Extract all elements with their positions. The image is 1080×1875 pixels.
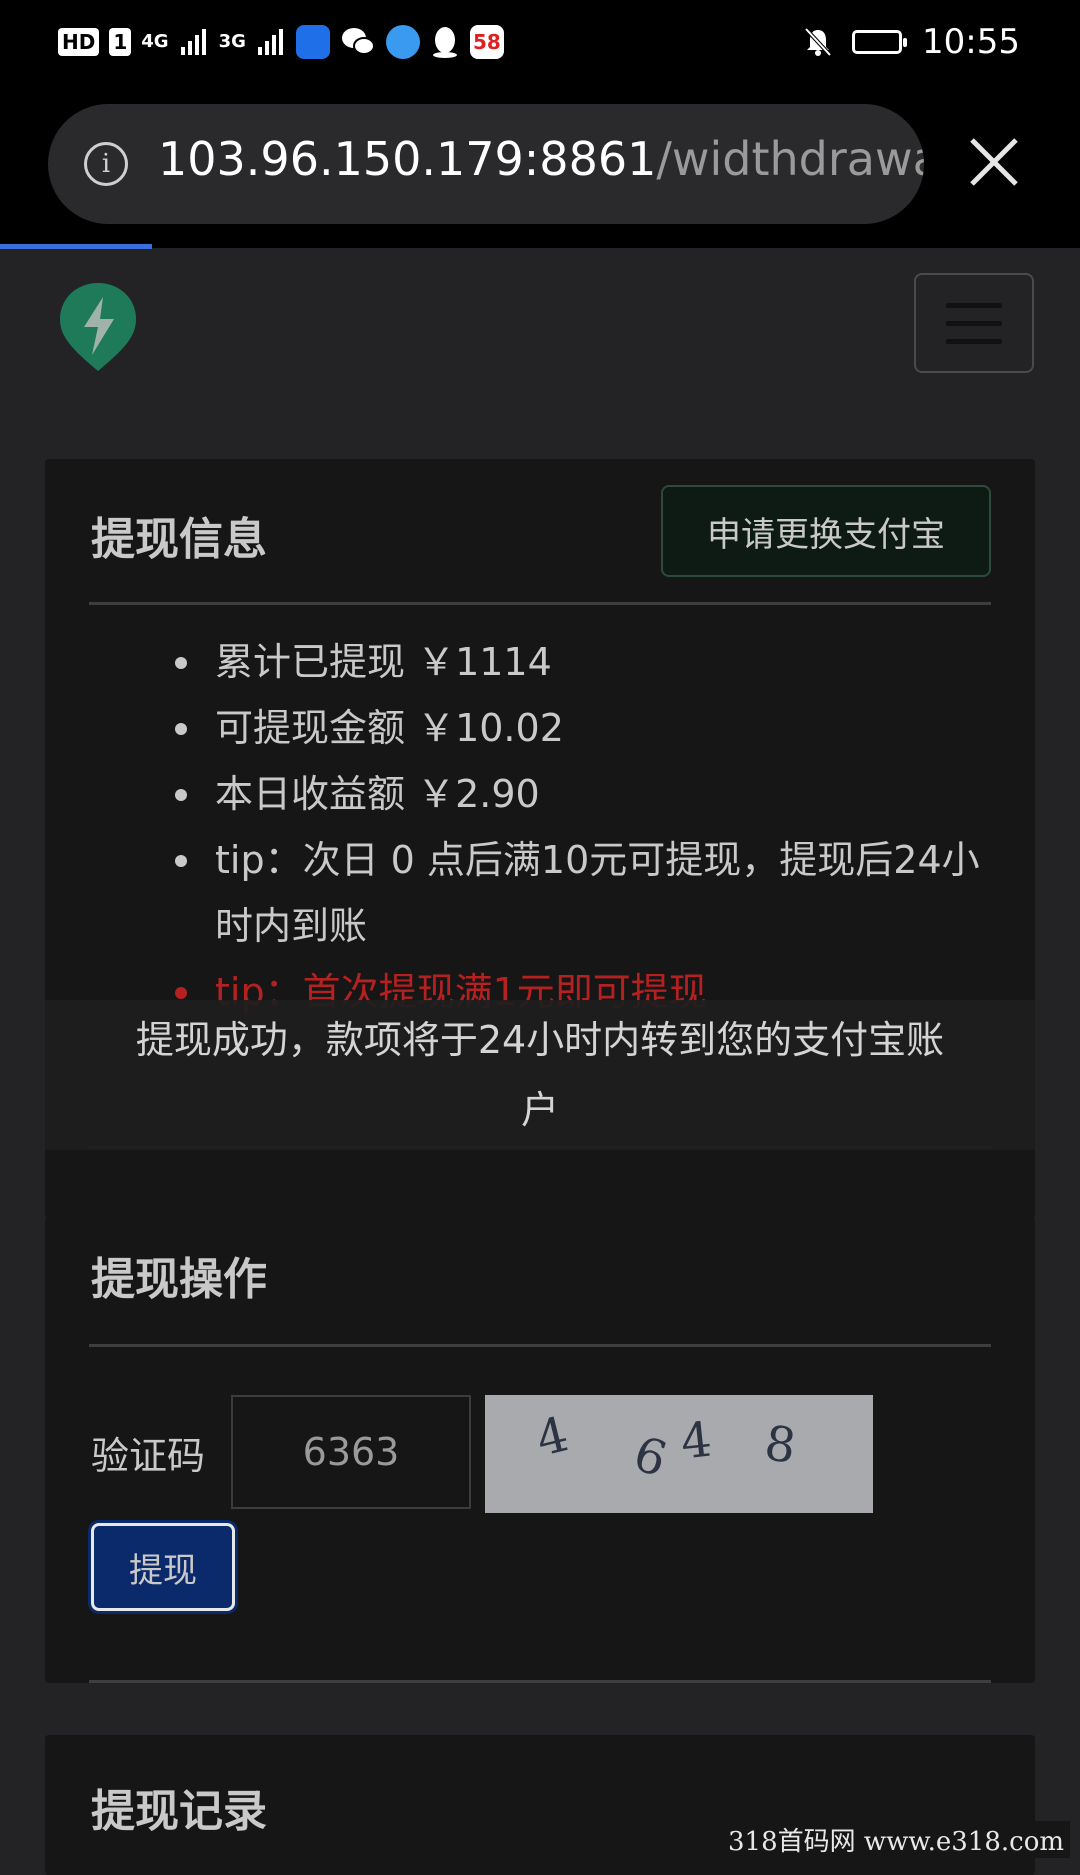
browser-toolbar: i 103.96.150.179:8861/widthdrawal/	[0, 90, 1080, 248]
withdraw-action-card: 提现操作 验证码 4 6 4 8 提现	[45, 1217, 1035, 1683]
site-navbar	[0, 249, 1080, 409]
available-amount-item: 可提现金额 ￥10.02	[175, 695, 995, 761]
captcha-input[interactable]	[231, 1395, 471, 1509]
network-3g-label: 3G	[218, 31, 246, 52]
withdraw-action-title: 提现操作	[91, 1254, 267, 1305]
shield-app-icon	[295, 25, 330, 59]
close-icon[interactable]	[966, 134, 1022, 190]
info-icon[interactable]: i	[84, 142, 128, 186]
card-divider	[89, 602, 991, 605]
menu-bar	[946, 321, 1002, 326]
captcha-label: 验证码	[91, 1434, 206, 1478]
menu-toggle-button[interactable]	[914, 273, 1034, 373]
captcha-char: 8	[761, 1415, 800, 1475]
status-right: 10:55	[804, 20, 1020, 64]
bell-muted-icon	[804, 27, 832, 57]
withdraw-info-title: 提现信息	[91, 514, 267, 565]
wechat-icon	[341, 28, 375, 55]
signal-icon	[257, 29, 283, 55]
hd-badge: HD	[58, 28, 100, 56]
url-text: 103.96.150.179:8861/widthdrawal/	[158, 132, 924, 186]
captcha-image[interactable]: 4 6 4 8	[485, 1395, 873, 1513]
card-divider	[89, 1680, 991, 1683]
site-watermark: 318首码网 www.e318.com	[722, 1821, 1070, 1858]
status-left: HD 1 4G 3G 58	[58, 20, 504, 64]
url-path: /widthdrawal/	[656, 132, 924, 186]
today-earnings-item: 本日收益额 ￥2.90	[175, 761, 995, 827]
success-toast: 提现成功，款项将于24小时内转到您的支付宝账户	[45, 1000, 1035, 1150]
url-host: 103.96.150.179:8861	[158, 132, 657, 186]
network-4g-label: 4G	[141, 31, 169, 52]
signal-icon	[180, 29, 206, 55]
status-bar: HD 1 4G 3G 58 10:55	[0, 0, 1080, 90]
total-withdrawn-item: 累计已提现 ￥1114	[175, 629, 995, 695]
clock: 10:55	[922, 22, 1020, 62]
sim-badge: 1	[109, 28, 132, 56]
captcha-char: 6	[627, 1425, 674, 1489]
tip-item: tip：次日 0 点后满10元可提现，提现后24小时内到账	[175, 827, 995, 959]
battery-icon	[852, 30, 908, 54]
withdraw-button[interactable]: 提现	[91, 1523, 235, 1611]
browser-app-icon	[385, 25, 420, 59]
lightning-logo-icon[interactable]	[56, 279, 140, 375]
menu-bar	[946, 303, 1002, 308]
qq-icon	[432, 27, 457, 58]
withdraw-info-list: 累计已提现 ￥1114 可提现金额 ￥10.02 本日收益额 ￥2.90 tip…	[175, 629, 995, 1025]
captcha-char: 4	[678, 1411, 715, 1471]
address-bar[interactable]: i 103.96.150.179:8861/widthdrawal/	[48, 104, 924, 224]
withdraw-records-title: 提现记录	[91, 1786, 267, 1837]
card-divider	[89, 1344, 991, 1347]
menu-bar	[946, 339, 1002, 344]
captcha-char: 4	[530, 1406, 574, 1468]
app58-icon: 58	[469, 25, 504, 59]
change-alipay-button[interactable]: 申请更换支付宝	[661, 485, 991, 577]
